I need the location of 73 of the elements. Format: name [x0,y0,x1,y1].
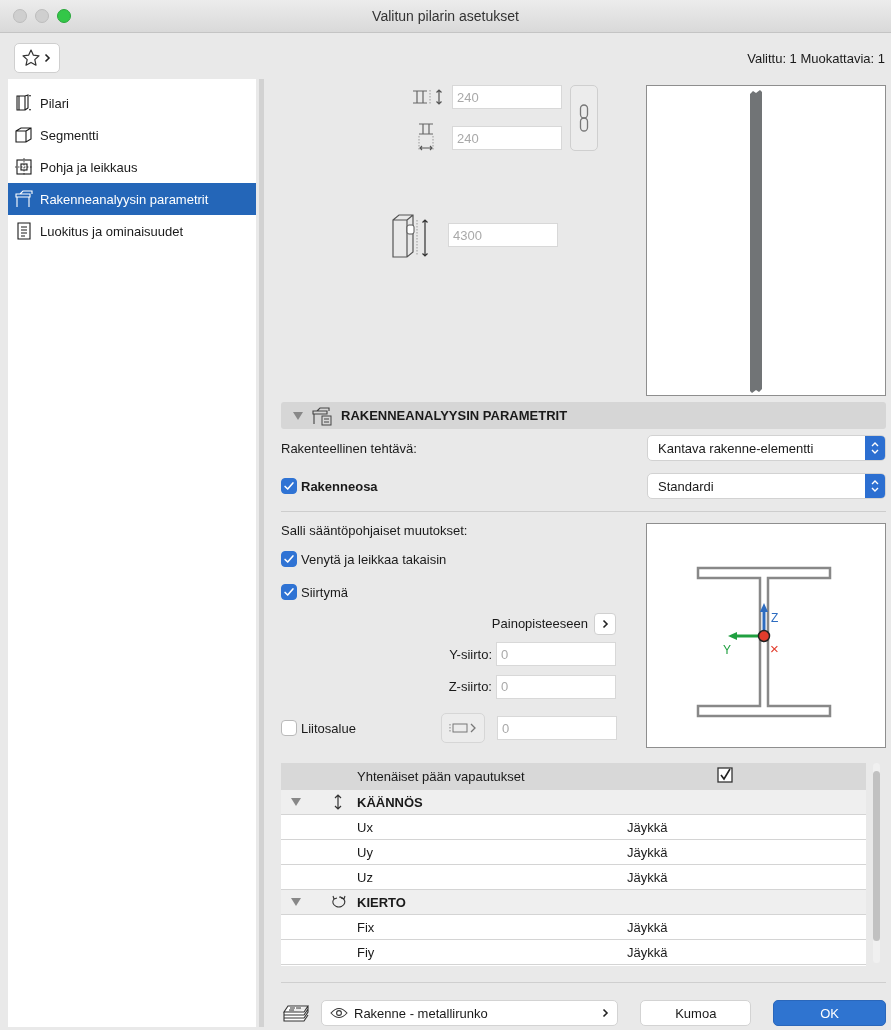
anchor-label: Painopisteeseen [491,616,588,632]
table-cell-text: Uz [357,869,374,885]
chevron-icon [602,1008,610,1018]
chevron-icon [601,618,609,629]
link-button[interactable] [570,85,598,151]
field-label: Z-siirto: [448,679,492,695]
stepper-arrows-icon [870,440,880,456]
table-cell-text: Ux [357,819,374,835]
table-header: Yhtenäiset pään vapautukset [357,769,526,784]
chain-link-icon [579,103,589,133]
checkbox-icon [717,767,733,783]
rotation-icon [330,893,348,911]
table-cell[interactable]: Jäykkä [627,944,787,960]
table-cell[interactable]: Jäykkä [627,919,787,935]
section-header[interactable]: RAKENNEANALYYSIN PARAMETRIT [281,402,886,429]
disclosure-triangle-icon [293,411,303,420]
z-axis-label: Z [771,611,779,625]
structure-icon [14,189,34,209]
function-dropdown[interactable]: Kantava rakenne-elementti [647,435,886,461]
sidebar-item[interactable]: Pilari [8,87,256,119]
checkbox[interactable] [281,551,297,568]
anchor-button[interactable] [594,612,616,635]
stepper-arrows-icon [870,478,880,494]
group-row[interactable]: KIERTO [281,890,866,915]
checkbox[interactable] [281,720,297,737]
profile-button[interactable] [441,713,485,744]
field-label: Rakenteellinen tehtävä: [281,440,417,456]
group-row[interactable]: KÄÄNNÖS [281,790,866,815]
sidebar-item[interactable]: Pohja ja leikkaus [8,151,256,183]
document-icon [14,221,34,241]
checkbox-label: Venytä ja leikkaa takaisin [301,551,447,567]
table-cell[interactable]: Jäykkä [627,844,787,860]
favorites-button[interactable] [14,43,60,73]
ok-button[interactable]: OK [773,1000,886,1026]
x-axis-label: × [770,640,779,657]
checkbox-label: Liitosalue [301,720,356,736]
table-cell-text: Fix [357,919,376,935]
sidebar-item[interactable]: Rakenneanalyysin parametrit [8,183,256,215]
window-title: Valitun pilarin asetukset [372,8,519,24]
part-dropdown[interactable]: Standardi [647,473,886,499]
cancel-button[interactable]: Kumoa [640,1000,752,1026]
disclosure-triangle-icon [291,898,301,906]
table-cell[interactable]: Jäykkä [627,869,787,885]
checkbox-label: Rakenneosa [301,478,378,494]
eye-icon [330,1007,348,1019]
scrollbar-thumb[interactable] [873,771,880,941]
column-icon [14,93,34,113]
checkbox[interactable] [281,584,297,601]
field-label: Salli sääntöpohjaiset muutokset: [281,523,469,540]
y-axis-arrow [728,632,758,640]
checkbox-label: Siirtymä [301,584,348,600]
y-axis-label: Y [723,643,731,657]
structure-icon [311,405,333,426]
origin-point [757,629,771,643]
zoom-button[interactable] [57,9,71,23]
checkbox[interactable] [281,478,297,494]
selection-info: Valittu: 1 Muokattavia: 1 [747,50,885,66]
table-cell-text: Fiy [357,944,376,960]
profile-icon [448,721,478,736]
layers-icon [281,1002,311,1024]
star-icon [21,48,41,68]
sidebar-item[interactable]: Luokitus ja ominaisuudet [8,215,256,247]
box-icon [14,125,34,145]
chevron-icon [44,53,51,63]
table-cell-text: Uy [357,844,374,860]
table-cell[interactable]: Jäykkä [627,819,787,835]
disclosure-triangle-icon [291,798,301,806]
floor-plan-icon [14,157,34,177]
layer-combination-button[interactable]: Rakenne - metallirunko [321,1000,619,1026]
checkbox[interactable] [717,767,733,786]
sidebar-item[interactable]: Segmentti [8,119,256,151]
width-dimension-icon [411,87,445,107]
field-label: Y-siirto: [449,646,492,662]
